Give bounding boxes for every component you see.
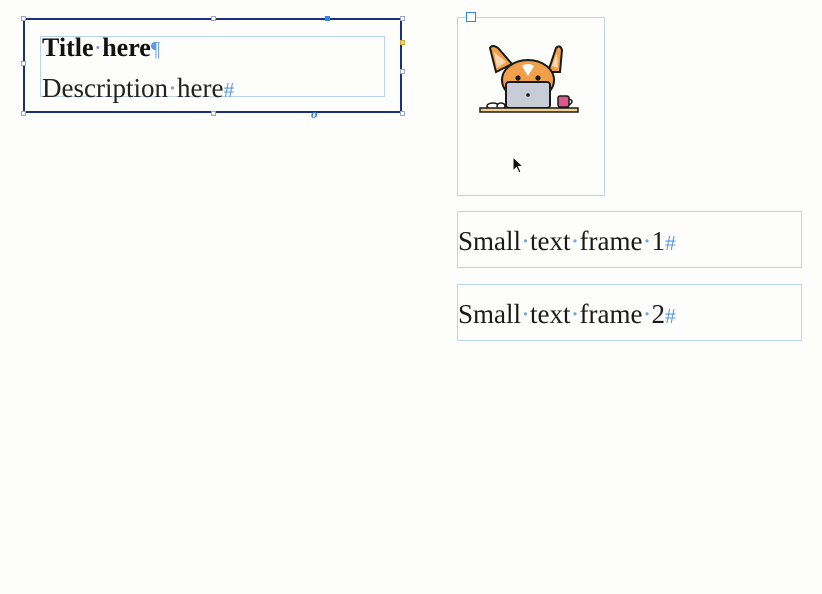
end-of-story-mark: #	[223, 78, 235, 102]
live-corner-handle[interactable]	[400, 40, 405, 45]
resize-handle-top[interactable]	[211, 16, 216, 21]
end-of-story-mark: #	[664, 304, 676, 328]
small-text-2[interactable]: Small·text·frame·2#	[458, 298, 676, 332]
out-port-handle[interactable]	[400, 69, 405, 74]
resize-handle-bottom[interactable]	[211, 111, 216, 116]
in-port-handle[interactable]	[325, 16, 330, 21]
paragraph-mark: ¶	[150, 38, 161, 61]
resize-handle-top-left[interactable]	[21, 16, 26, 21]
resize-handle-top-right[interactable]	[400, 16, 405, 21]
small-text-1[interactable]: Small·text·frame·1#	[458, 225, 676, 259]
resize-handle-left[interactable]	[21, 61, 26, 66]
auto-fit-icon	[466, 12, 476, 22]
end-of-story-mark: #	[664, 231, 676, 255]
corgi-laptop-illustration	[479, 45, 579, 113]
description-text[interactable]: Description·here#	[42, 72, 234, 106]
group-link-icon: o	[311, 106, 318, 121]
title-text[interactable]: Title·here¶	[42, 33, 160, 65]
resize-handle-bottom-left[interactable]	[21, 111, 26, 116]
resize-handle-bottom-right[interactable]	[400, 111, 405, 116]
mouse-cursor-icon	[512, 156, 524, 174]
